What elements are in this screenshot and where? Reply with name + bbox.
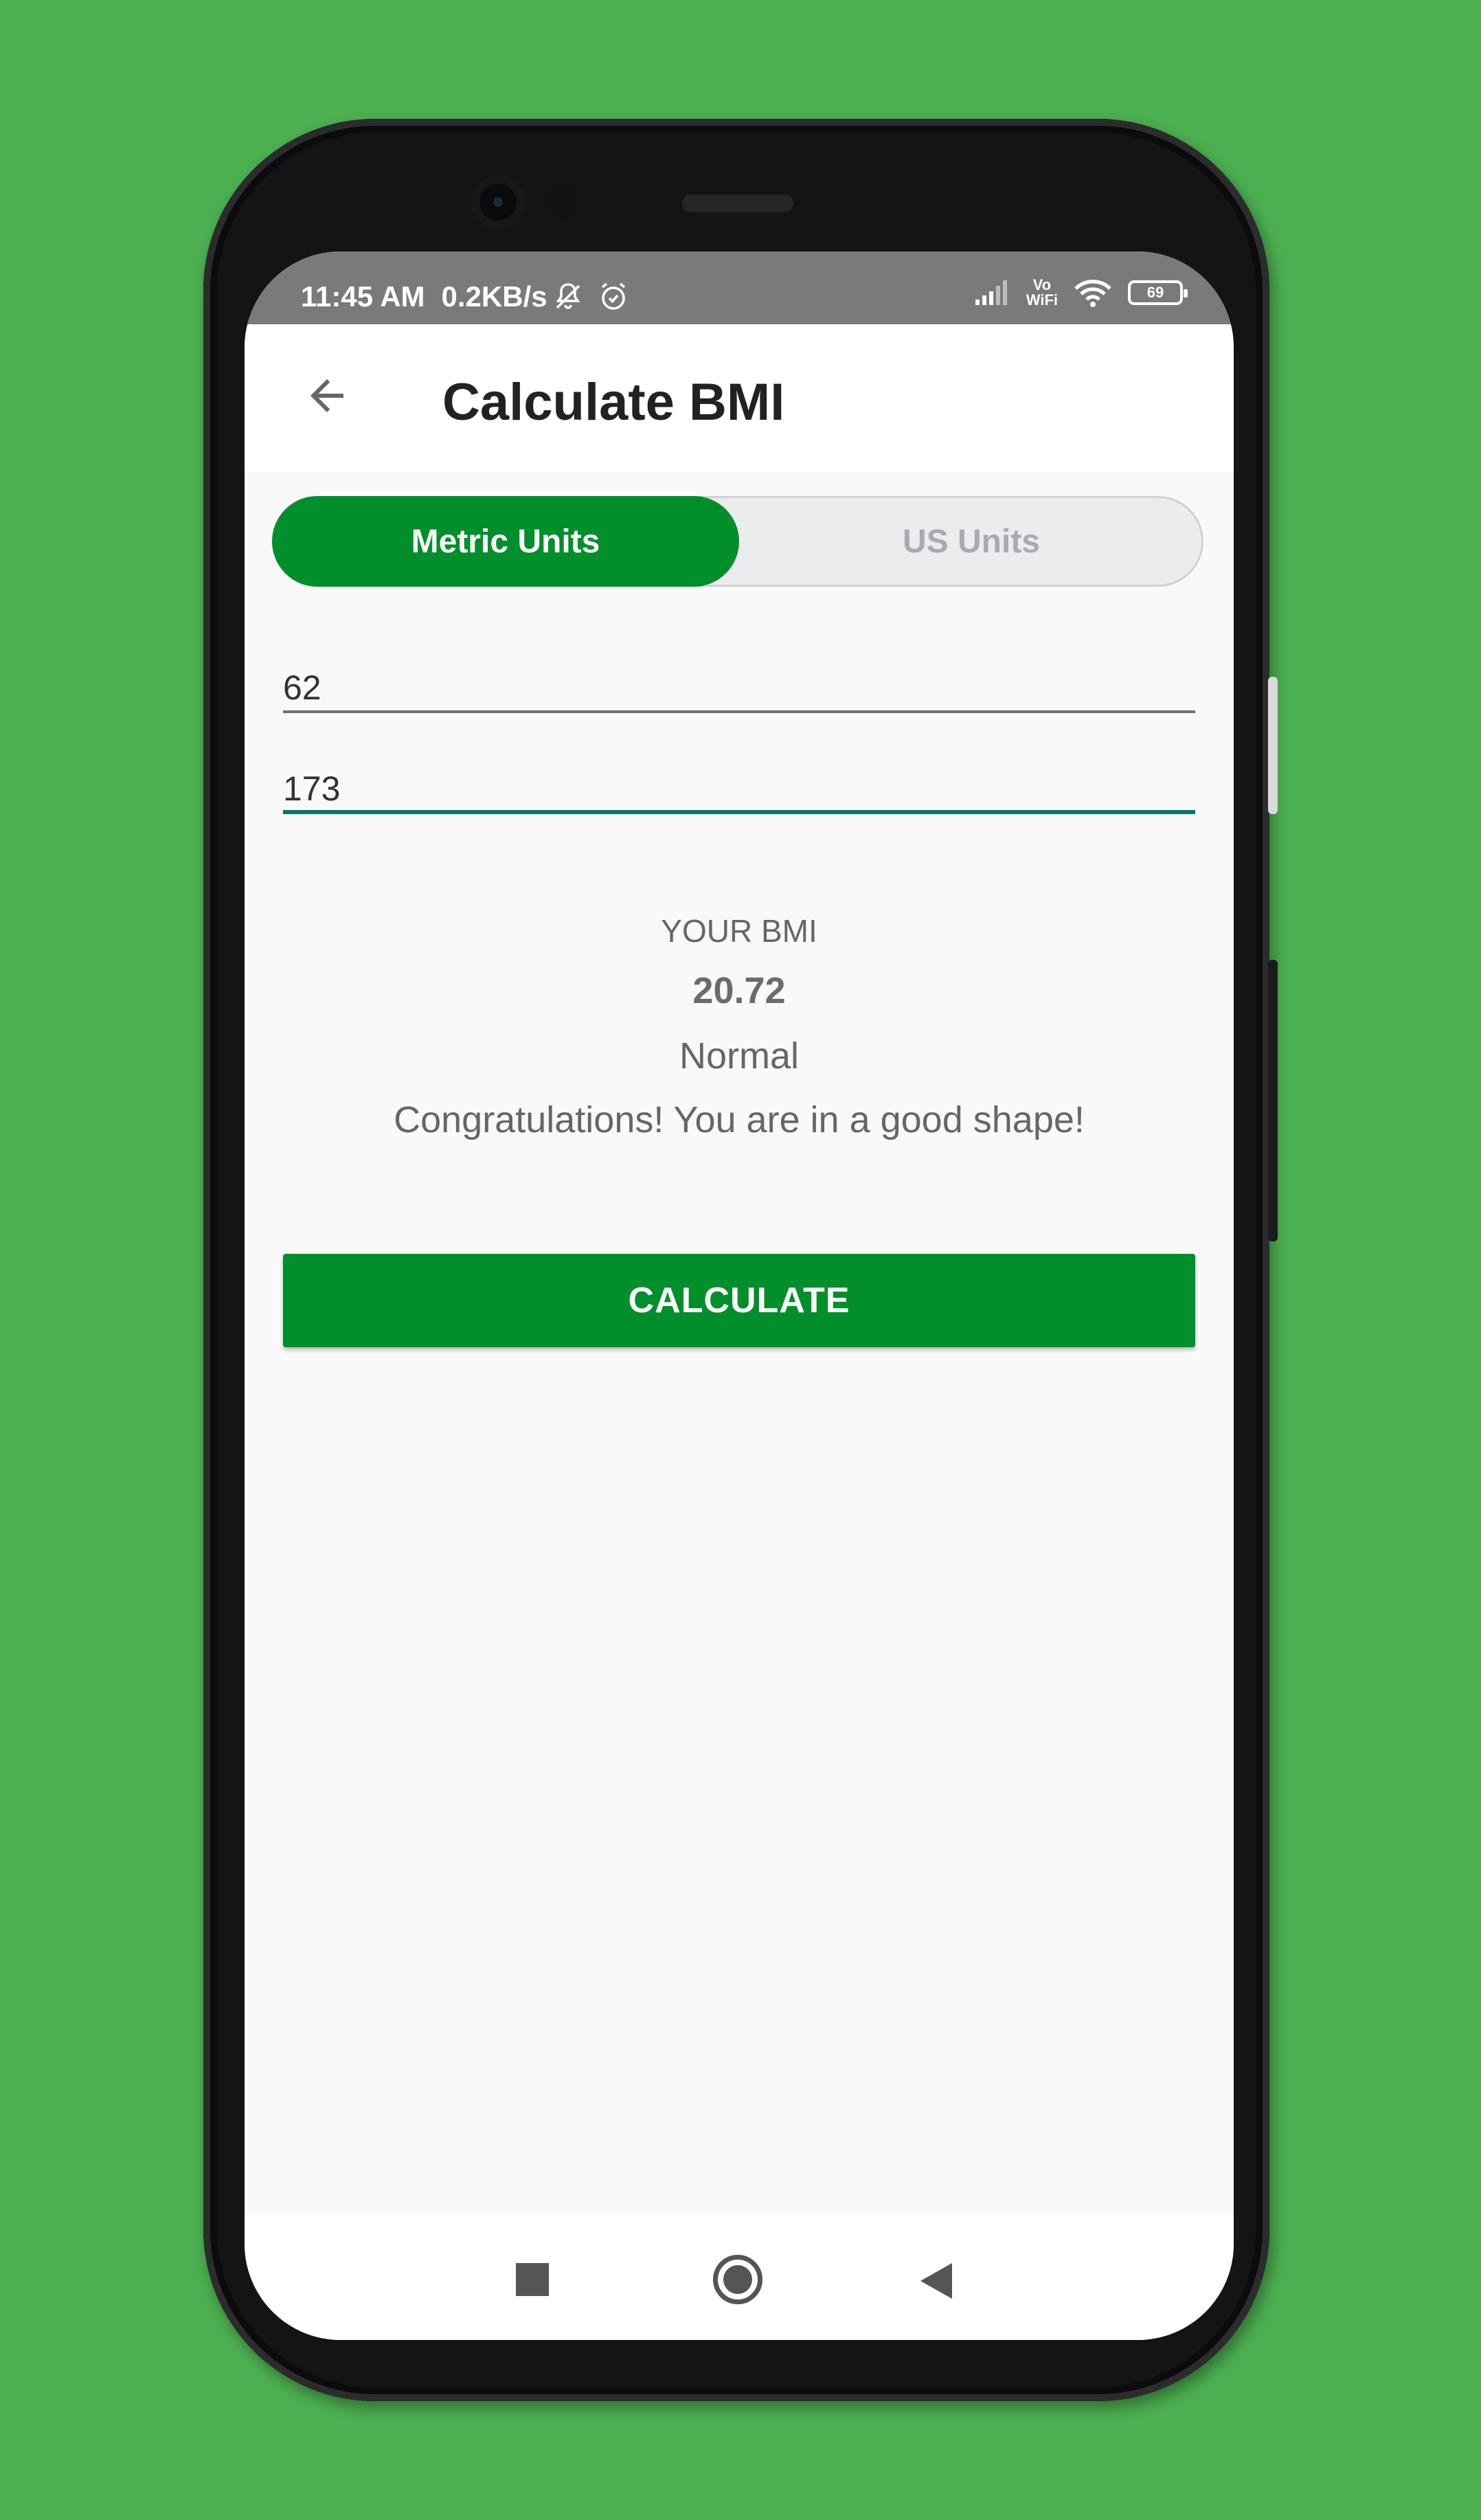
- volte-top-label: Vo: [1032, 276, 1052, 293]
- back-icon[interactable]: [920, 2263, 952, 2299]
- proximity-sensor: [550, 184, 577, 220]
- status-right: Vo WiFi 69: [973, 278, 1188, 308]
- tab-metric-units[interactable]: Metric Units: [272, 496, 739, 587]
- height-input[interactable]: 173: [283, 761, 1195, 814]
- arrow-back-icon: [310, 379, 343, 412]
- wifi-icon: [1074, 280, 1111, 307]
- status-time: 11:45 AM: [301, 280, 425, 313]
- recents-icon[interactable]: [516, 2263, 549, 2296]
- bmi-message: Congratulations! You are in a good shape…: [394, 1099, 1085, 1140]
- mute-icon: [556, 283, 580, 309]
- app-bar: Calculate BMI: [245, 324, 1234, 471]
- unit-toggle: Metric Units US Units: [272, 496, 1203, 587]
- home-icon[interactable]: [713, 2255, 762, 2304]
- result-label: YOUR BMI: [661, 913, 817, 949]
- system-nav-bar: [245, 2215, 1234, 2340]
- weight-input[interactable]: 62: [283, 660, 1195, 713]
- bmi-category: Normal: [679, 1035, 800, 1077]
- status-bar: 11:45 AM 0.2KB/s Vo WiFi 69: [245, 251, 1234, 324]
- status-left: 11:45 AM 0.2KB/s: [301, 280, 630, 313]
- phone-screen: 11:45 AM 0.2KB/s Vo WiFi 69 Calculate BM…: [245, 251, 1234, 2340]
- status-network-speed: 0.2KB/s: [441, 280, 547, 313]
- power-button: [1268, 960, 1278, 1241]
- front-camera: [471, 175, 525, 229]
- earpiece-speaker: [682, 194, 793, 212]
- volte-bottom-label: WiFi: [1026, 291, 1058, 308]
- bmi-value: 20.72: [692, 970, 786, 1011]
- page-title: Calculate BMI: [442, 373, 785, 431]
- battery-level: 69: [1146, 284, 1164, 301]
- volte-icon: Vo WiFi: [1026, 278, 1058, 308]
- battery-icon: 69: [1128, 280, 1188, 305]
- alarm-icon: [601, 282, 625, 310]
- calculate-button[interactable]: CALCULATE: [283, 1254, 1195, 1347]
- back-button[interactable]: [293, 361, 361, 430]
- tab-us-units[interactable]: US Units: [739, 496, 1203, 587]
- volume-button: [1268, 677, 1278, 814]
- signal-icon: [975, 280, 1007, 305]
